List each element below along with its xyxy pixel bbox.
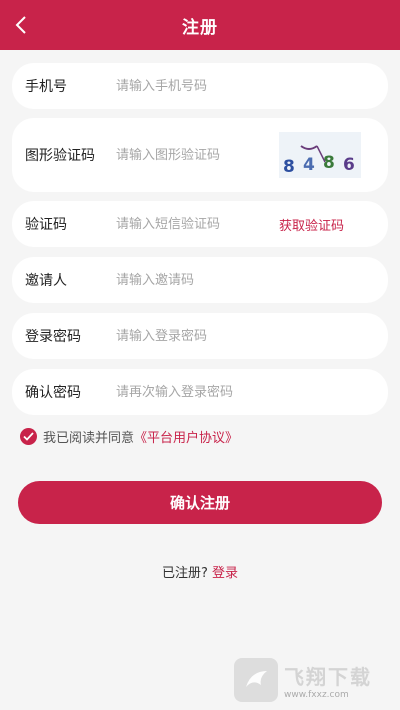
captcha-row: 图形验证码 8486 8 4 8 6 [12,118,388,192]
confirm-password-input[interactable] [116,377,376,407]
register-button[interactable]: 确认注册 [18,481,382,524]
watermark-title: 飞翔下载 [284,664,372,689]
phone-label: 手机号 [25,79,67,95]
header-bar: 注册 [0,0,400,50]
captcha-input[interactable] [116,140,266,170]
watermark-url: www.fxxz.com [284,689,349,700]
sms-code-label: 验证码 [25,217,67,233]
captcha-image[interactable]: 8486 8 4 8 6 [279,132,361,178]
inviter-input[interactable] [116,265,376,295]
svg-text:6: 6 [343,155,355,175]
password-row: 登录密码 [12,313,388,359]
password-label: 登录密码 [25,329,81,345]
confirm-password-label: 确认密码 [25,385,81,401]
check-icon [23,432,34,441]
agreement-text: 我已阅读并同意 [43,431,135,446]
phone-row: 手机号 [12,63,388,109]
inviter-row: 邀请人 [12,257,388,303]
login-link[interactable]: 登录 [212,566,238,581]
sms-code-row: 验证码 获取验证码 [12,201,388,247]
inviter-label: 邀请人 [25,273,67,289]
login-question: 已注册? [161,566,208,581]
page-title: 注册 [182,17,218,38]
phone-input[interactable] [116,71,376,101]
watermark: 飞翔下载 www.fxxz.com [234,656,388,704]
login-prompt: 已注册? 登录 [0,562,400,581]
svg-text:8: 8 [283,157,295,177]
agreement-link[interactable]: 《平台用户协议》 [134,427,238,446]
password-input[interactable] [116,321,376,351]
watermark-logo [234,658,278,702]
get-code-button[interactable]: 获取验证码 [279,215,344,234]
sms-code-input[interactable] [116,209,266,239]
svg-text:4: 4 [303,155,315,175]
agreement-row: 我已阅读并同意 《平台用户协议》 [20,427,238,446]
chevron-left-icon [15,16,26,34]
confirm-password-row: 确认密码 [12,369,388,415]
agreement-checkbox[interactable] [20,428,37,445]
svg-text:8: 8 [323,153,335,173]
back-button[interactable] [4,8,38,42]
captcha-label: 图形验证码 [25,148,95,164]
bird-logo-icon [246,671,267,687]
